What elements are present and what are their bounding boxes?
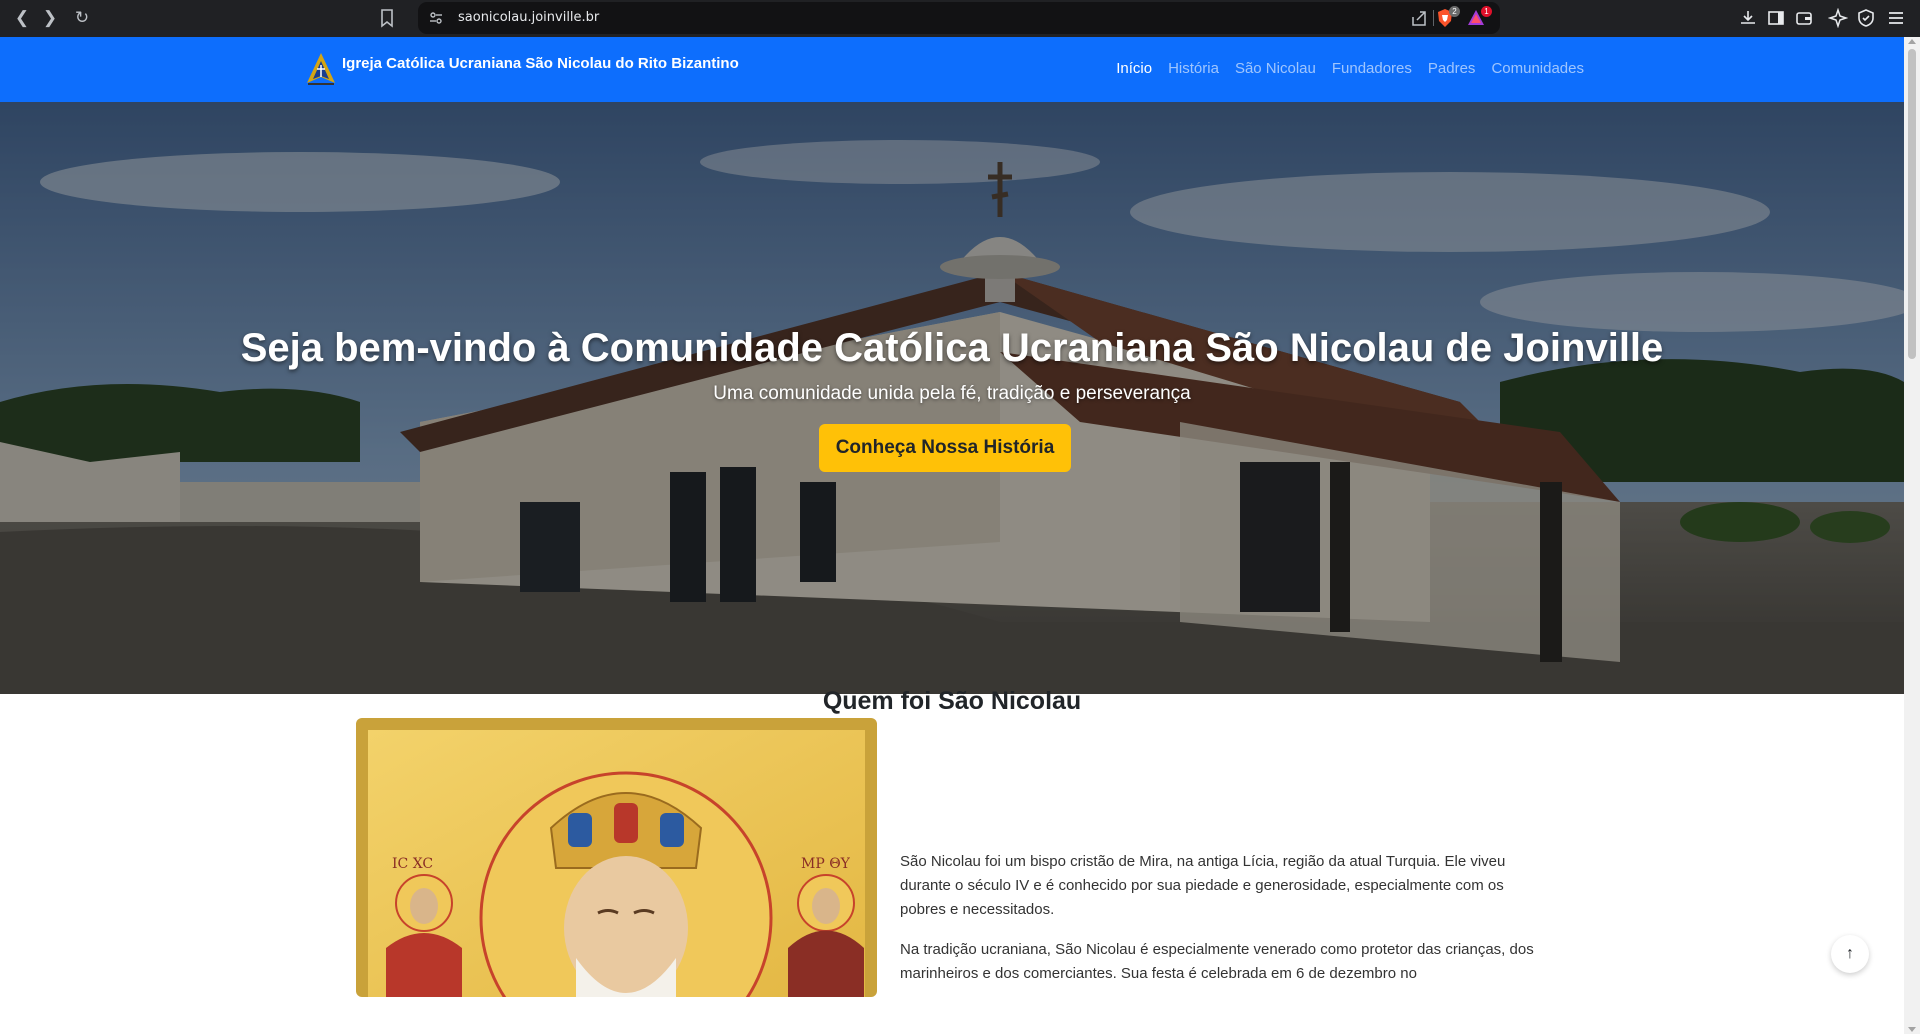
scrollbar-thumb[interactable] — [1908, 49, 1916, 359]
scroll-down-arrow-icon[interactable] — [1908, 1027, 1916, 1032]
scroll-to-top-button[interactable]: ↑ — [1831, 935, 1869, 973]
section-text: São Nicolau foi um bispo cristão de Mira… — [900, 850, 1536, 1002]
reload-icon[interactable]: ↻ — [70, 6, 94, 30]
brave-rewards-icon[interactable]: 1 — [1466, 6, 1492, 28]
nav-item-fundadores[interactable]: Fundadores — [1332, 60, 1412, 77]
nav-item-sao-nicolau[interactable]: São Nicolau — [1235, 60, 1316, 77]
back-icon[interactable]: ❮ — [10, 6, 34, 30]
page-viewport: Igreja Católica Ucraniana São Nicolau do… — [0, 37, 1904, 1034]
wallet-icon[interactable] — [1794, 8, 1814, 28]
brand-title: Igreja Católica Ucraniana São Nicolau do… — [342, 55, 739, 72]
icon-painting: IC XC MP ΘY — [356, 718, 877, 997]
section-title: Quem foi São Nicolau — [822, 687, 1082, 715]
hero-banner: Seja bem-vindo à Comunidade Católica Ucr… — [0, 102, 1904, 694]
nav-item-historia[interactable]: História — [1168, 60, 1219, 77]
shields-badge: 2 — [1449, 6, 1460, 17]
main-menu: Início História São Nicolau Fundadores P… — [1116, 60, 1584, 77]
brave-shields-icon[interactable]: 2 — [1436, 6, 1460, 28]
nav-item-inicio[interactable]: Início — [1116, 60, 1152, 77]
browser-toolbar: ❮ ❯ ↻ saonicolau.joinville.br 2 1 — [0, 0, 1920, 37]
saint-nicholas-icon-image: IC XC MP ΘY — [356, 718, 877, 997]
nav-item-comunidades[interactable]: Comunidades — [1491, 60, 1584, 77]
paragraph-2: Na tradição ucraniana, São Nicolau é esp… — [900, 941, 1534, 982]
address-bar[interactable]: saonicolau.joinville.br 2 1 — [381, 2, 1500, 34]
hero-title: Seja bem-vindo à Comunidade Católica Ucr… — [240, 326, 1664, 370]
bookmark-icon[interactable] — [378, 8, 396, 28]
paragraph-1: São Nicolau foi um bispo cristão de Mira… — [900, 853, 1506, 918]
leo-ai-icon[interactable] — [1828, 8, 1848, 28]
divider — [1433, 10, 1434, 26]
page-scrollbar[interactable] — [1904, 37, 1920, 1034]
url-text[interactable]: saonicolau.joinville.br — [458, 10, 599, 25]
site-brand[interactable]: Igreja Católica Ucraniana São Nicolau do… — [304, 51, 739, 89]
site-navbar: Igreja Católica Ucraniana São Nicolau do… — [0, 37, 1904, 102]
nav-item-padres[interactable]: Padres — [1428, 60, 1476, 77]
vpn-shield-icon[interactable] — [1856, 8, 1876, 28]
download-icon[interactable] — [1738, 8, 1758, 28]
our-history-button[interactable]: Conheça Nossa História — [819, 424, 1071, 472]
site-settings-icon[interactable] — [428, 10, 444, 26]
church-logo — [307, 53, 335, 85]
menu-icon[interactable] — [1886, 8, 1906, 28]
forward-icon[interactable]: ❯ — [38, 6, 62, 30]
icon-label-right: MP ΘY — [801, 856, 851, 872]
hero-subtitle: Uma comunidade unida pela fé, tradição e… — [713, 383, 1191, 404]
rewards-badge: 1 — [1481, 6, 1492, 17]
sidebar-icon[interactable] — [1766, 8, 1786, 28]
icon-label-left: IC XC — [392, 856, 433, 872]
scroll-up-arrow-icon[interactable] — [1908, 39, 1916, 44]
share-icon[interactable] — [1410, 9, 1428, 27]
